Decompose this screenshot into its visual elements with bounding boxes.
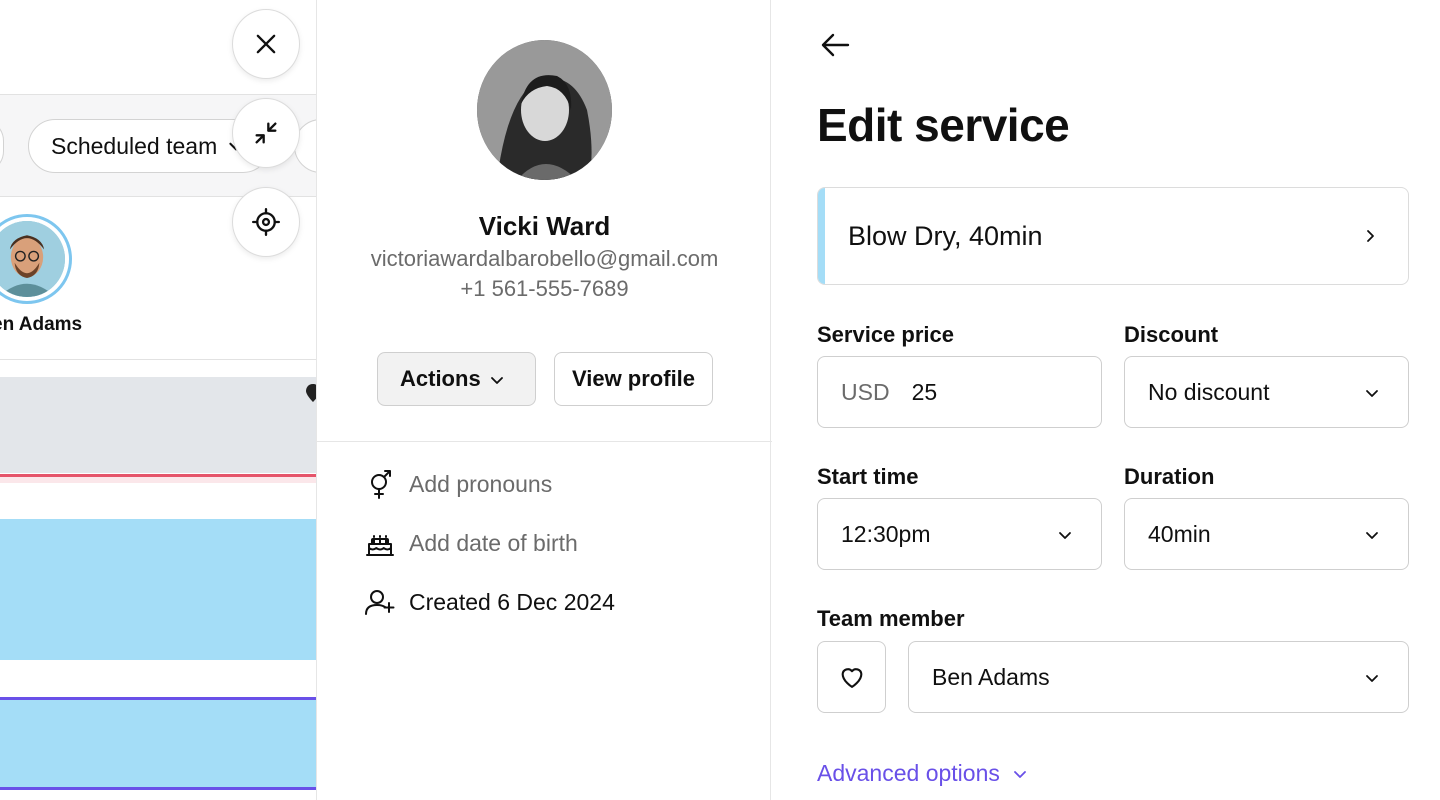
duration-value: 40min <box>1148 520 1211 547</box>
chevron-down-icon <box>1059 532 1071 539</box>
user-plus-icon <box>363 585 397 619</box>
favorite-team-member-button[interactable] <box>817 641 886 713</box>
created-text: Created 6 Dec 2024 <box>409 588 615 615</box>
edit-service-panel: Edit service Blow Dry, 40min Service pri… <box>772 0 1440 800</box>
pin-icon <box>306 384 316 402</box>
service-name: Blow Dry, 40min <box>848 220 1043 251</box>
appointment-selection-line <box>0 787 316 790</box>
start-time-select[interactable]: 12:30pm <box>817 498 1102 570</box>
view-profile-label: View profile <box>571 366 696 391</box>
view-profile-button[interactable]: View profile <box>554 352 713 406</box>
current-time-shadow <box>0 477 316 483</box>
duration-select[interactable]: 40min <box>1124 498 1409 570</box>
minimize-button[interactable] <box>232 98 300 168</box>
close-button[interactable] <box>232 9 300 79</box>
pronouns-text: Add pronouns <box>409 470 553 497</box>
locate-button[interactable] <box>232 187 300 257</box>
client-email: victoriawardalbarobello@gmail.com <box>370 246 719 271</box>
service-selector[interactable]: Blow Dry, 40min <box>817 187 1409 285</box>
team-member-label: Team member <box>817 606 965 631</box>
duration-label: Duration <box>1124 464 1215 489</box>
start-time-label: Start time <box>817 464 919 489</box>
blocked-time-slot[interactable] <box>0 377 316 473</box>
discount-select[interactable]: No discount <box>1124 356 1409 428</box>
start-time-value: 12:30pm <box>841 520 931 547</box>
discount-label: Discount <box>1124 322 1219 347</box>
team-member-value: Ben Adams <box>932 663 1050 690</box>
client-phone: +1 561-555-7689 <box>460 276 629 301</box>
chevron-down-icon <box>1013 770 1026 778</box>
price-value: 25 <box>911 378 938 405</box>
team-filter-label: Scheduled team <box>51 132 218 159</box>
back-arrow-icon[interactable] <box>818 28 852 62</box>
team-member-avatar[interactable] <box>0 214 72 304</box>
service-price-input[interactable]: USD 25 <box>817 356 1102 428</box>
appointment-block[interactable] <box>0 519 316 660</box>
gender-icon <box>363 467 397 501</box>
add-date-of-birth-link[interactable]: Add date of birth <box>363 525 578 561</box>
minimize-icon <box>255 122 277 144</box>
heart-icon <box>841 668 862 688</box>
appointment-block[interactable] <box>0 700 316 788</box>
created-date: Created 6 Dec 2024 <box>363 584 615 620</box>
actions-button[interactable]: Actions <box>377 352 536 406</box>
date-of-birth-text: Add date of birth <box>409 529 578 556</box>
page-title: Edit service <box>817 99 1070 151</box>
client-panel: Vicki Ward victoriawardalbarobello@gmail… <box>316 0 772 800</box>
chevron-down-icon <box>1366 390 1378 397</box>
cake-icon <box>363 526 397 560</box>
team-member-name: en Adams <box>0 314 83 335</box>
avatar-icon <box>0 221 65 297</box>
team-member-select[interactable]: Ben Adams <box>908 641 1409 713</box>
service-color-accent <box>818 188 825 284</box>
target-icon <box>252 208 280 236</box>
chevron-down-icon <box>1366 532 1378 539</box>
client-avatar[interactable] <box>477 40 612 180</box>
discount-value: No discount <box>1148 378 1270 405</box>
divider <box>317 441 772 442</box>
chevron-right-icon <box>1367 230 1374 242</box>
advanced-options-label: Advanced options <box>817 760 1000 786</box>
currency-prefix: USD <box>841 378 890 405</box>
chevron-down-icon <box>491 377 503 384</box>
chevron-down-icon <box>1366 675 1378 682</box>
client-name: Vicki Ward <box>478 211 611 241</box>
divider <box>0 359 316 360</box>
actions-label: Actions <box>400 366 481 391</box>
add-pronouns-link[interactable]: Add pronouns <box>363 466 552 502</box>
close-icon <box>256 34 276 54</box>
service-price-label: Service price <box>817 322 954 347</box>
avatar-icon <box>477 40 612 180</box>
advanced-options-toggle[interactable]: Advanced options <box>817 760 1028 787</box>
